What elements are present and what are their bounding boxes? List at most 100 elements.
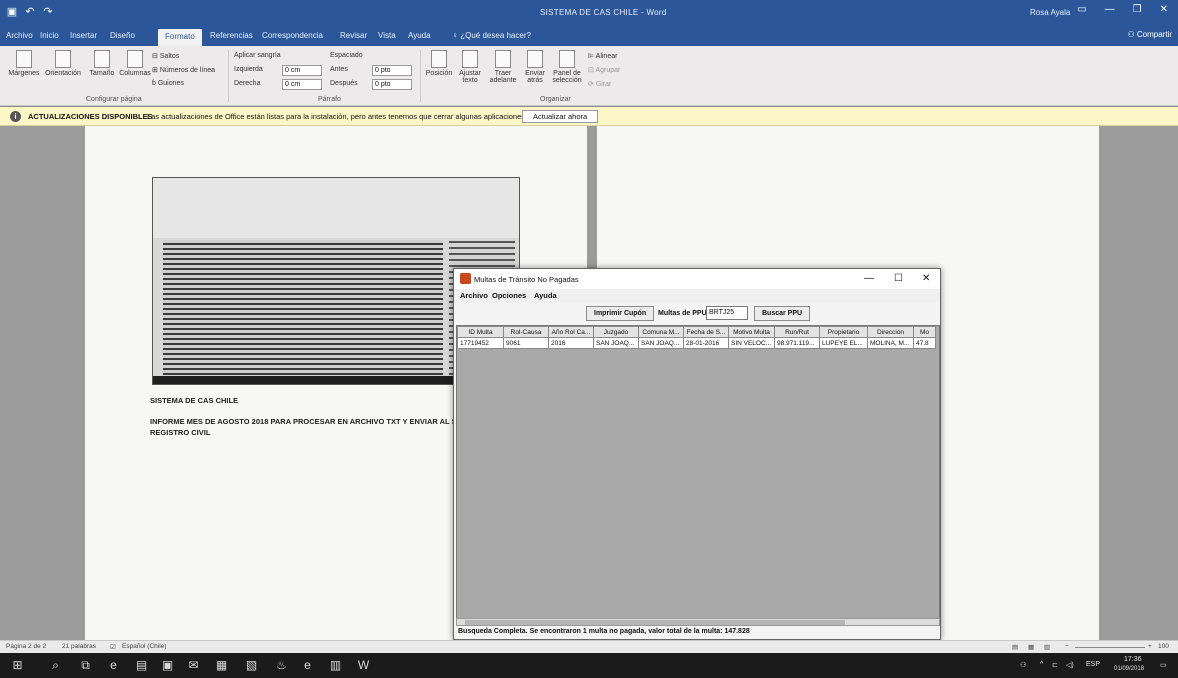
web-layout-icon[interactable]: ▥	[1044, 643, 1050, 651]
table-cell[interactable]: SAN JOAQ...	[593, 337, 639, 349]
table-cell[interactable]: 2016	[548, 337, 594, 349]
menu-archivo[interactable]: Archivo	[460, 291, 488, 300]
column-header[interactable]: Dirección	[867, 326, 914, 338]
table-row[interactable]: 17719452 9061 2016 SAN JOAQ... SAN JOAQ.…	[457, 337, 936, 349]
java-icon[interactable]: ♨	[274, 658, 289, 673]
internet-explorer-icon[interactable]: e	[300, 658, 315, 673]
ppu-input[interactable]: BRTJ25	[706, 306, 748, 320]
maximize-icon[interactable]: ❐	[1133, 4, 1142, 15]
zoom-out-icon[interactable]: −	[1065, 643, 1069, 650]
column-header[interactable]: ID Multa	[457, 326, 504, 338]
read-mode-icon[interactable]: ▤	[1012, 643, 1018, 651]
multas-table[interactable]: ID Multa Rol-Causa Año Rol Ca... Juzgado…	[456, 325, 940, 620]
zoom-level[interactable]: 100	[1158, 643, 1169, 650]
table-cell[interactable]: 28-01-2016	[683, 337, 729, 349]
update-now-button[interactable]: Actualizar ahora	[522, 110, 599, 123]
redo-icon[interactable]: ↷	[42, 6, 54, 18]
agrupar-button[interactable]: ⊡ Agrupar	[588, 66, 620, 74]
people-icon[interactable]: ⚇	[1020, 661, 1026, 669]
tab-formato[interactable]: Formato	[158, 29, 202, 46]
tab-insertar[interactable]: Insertar	[70, 31, 97, 40]
enviar-atras-button[interactable]: Enviar atrás	[520, 50, 550, 84]
imprimir-cupon-button[interactable]: Imprimir Cupón	[586, 306, 655, 321]
network-icon[interactable]: ⊏	[1052, 661, 1058, 669]
word-count[interactable]: 21 palabras	[62, 643, 96, 650]
numeros-linea-button[interactable]: ⊞ Números de línea	[152, 66, 215, 74]
language-indicator[interactable]: Español (Chile)	[122, 643, 166, 650]
column-header[interactable]: Fecha de S...	[683, 326, 729, 338]
maximize-icon[interactable]: ☐	[894, 273, 903, 284]
indent-right-input[interactable]: 0 cm	[282, 79, 322, 90]
volume-icon[interactable]: ◁)	[1066, 661, 1074, 669]
traer-adelante-button[interactable]: Traer adelante	[486, 50, 520, 84]
close-icon[interactable]: ✕	[1160, 4, 1168, 15]
spacing-before-input[interactable]: 0 pto	[372, 65, 412, 76]
proofing-icon[interactable]: ☑	[110, 643, 116, 651]
word-icon[interactable]: W	[356, 658, 371, 673]
tray-chevron-icon[interactable]: ^	[1040, 661, 1043, 668]
file-explorer-icon[interactable]: ▤	[134, 658, 149, 673]
posicion-button[interactable]: Posición	[424, 50, 454, 77]
tab-archivo[interactable]: Archivo	[6, 31, 33, 40]
column-header[interactable]: Motivo Multa	[728, 326, 775, 338]
tab-correspondencia[interactable]: Correspondencia	[262, 31, 323, 40]
minimize-icon[interactable]: —	[1105, 4, 1115, 15]
table-cell[interactable]: SAN JOAQ...	[638, 337, 684, 349]
zoom-in-icon[interactable]: +	[1148, 643, 1152, 650]
tab-revisar[interactable]: Revisar	[340, 31, 367, 40]
table-cell[interactable]: LUPEYE EL...	[819, 337, 868, 349]
tab-vista[interactable]: Vista	[378, 31, 396, 40]
column-header[interactable]: Propietario	[819, 326, 868, 338]
zoom-slider[interactable]	[1075, 647, 1145, 648]
store-icon[interactable]: ▣	[160, 658, 175, 673]
column-header[interactable]: Rol-Causa	[503, 326, 549, 338]
table-cell[interactable]: 17719452	[457, 337, 504, 349]
tell-me-search[interactable]: ♀ ¿Qué desea hacer?	[452, 31, 531, 40]
app-icon[interactable]: ▥	[328, 658, 343, 673]
buscar-ppu-button[interactable]: Buscar PPU	[754, 306, 811, 321]
minimize-icon[interactable]: —	[864, 273, 874, 284]
table-cell[interactable]: 98.971.119...	[774, 337, 820, 349]
table-cell[interactable]: MOLINA, M...	[867, 337, 914, 349]
column-header[interactable]: Año Rol Ca...	[548, 326, 594, 338]
menu-opciones[interactable]: Opciones	[492, 291, 526, 300]
notifications-icon[interactable]: ▭	[1160, 661, 1167, 669]
tamano-button[interactable]: Tamaño	[86, 50, 118, 77]
undo-icon[interactable]: ↶	[24, 6, 36, 18]
tab-inicio[interactable]: Inicio	[40, 31, 59, 40]
clock-date[interactable]: 01/09/2018	[1114, 666, 1144, 672]
orientacion-button[interactable]: Orientación	[42, 50, 84, 77]
mail-icon[interactable]: ✉	[186, 658, 201, 673]
close-icon[interactable]: ✕	[922, 273, 930, 284]
horizontal-scrollbar[interactable]	[456, 618, 940, 626]
guiones-button[interactable]: ɓ Guiones	[152, 80, 184, 87]
saltos-button[interactable]: ⊟ Saltos	[152, 52, 179, 60]
windows-start-icon[interactable]: ⊞	[10, 658, 25, 673]
tab-referencias[interactable]: Referencias	[210, 31, 253, 40]
indent-left-input[interactable]: 0 cm	[282, 65, 322, 76]
user-name[interactable]: Rosa Ayala	[1030, 8, 1070, 17]
app-icon[interactable]: ▦	[214, 658, 229, 673]
task-view-icon[interactable]: ⧉	[78, 658, 93, 673]
tab-ayuda[interactable]: Ayuda	[408, 31, 431, 40]
search-icon[interactable]: ⌕	[48, 658, 63, 673]
column-header[interactable]: Juzgado	[593, 326, 639, 338]
scrollbar-thumb[interactable]	[465, 620, 845, 625]
save-icon[interactable]: ▣	[6, 6, 18, 18]
share-button[interactable]: ⚇ Compartir	[1127, 30, 1172, 39]
tab-diseno[interactable]: Diseño	[110, 31, 135, 40]
margenes-button[interactable]: Márgenes	[8, 50, 40, 77]
alinear-button[interactable]: ⊫ Alinear	[588, 52, 617, 60]
ajustar-texto-button[interactable]: Ajustar texto	[454, 50, 486, 84]
edge-icon[interactable]: e	[106, 658, 121, 673]
panel-seleccion-button[interactable]: Panel de selección	[550, 50, 584, 84]
table-cell[interactable]: SIN VELOC...	[728, 337, 775, 349]
ribbon-options-icon[interactable]: ▭	[1077, 4, 1086, 15]
menu-ayuda[interactable]: Ayuda	[534, 291, 557, 300]
app-icon[interactable]: ▧	[244, 658, 259, 673]
column-header[interactable]: Mo	[913, 326, 936, 338]
input-language[interactable]: ESP	[1086, 661, 1100, 668]
clock-time[interactable]: 17:36	[1124, 656, 1142, 663]
spacing-after-input[interactable]: 0 pto	[372, 79, 412, 90]
column-header[interactable]: Run/Rut	[774, 326, 820, 338]
